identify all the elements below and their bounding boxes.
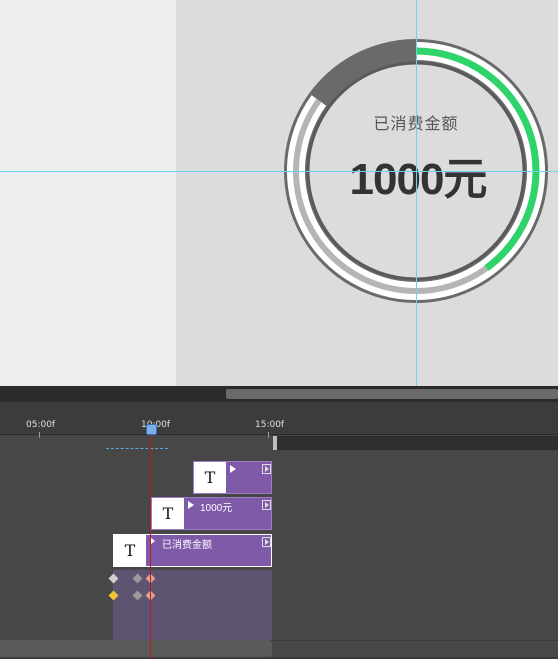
ruler-label-15s: 15:00f: [255, 420, 285, 430]
ruler-tick: [268, 432, 269, 438]
work-area-bar[interactable]: [276, 436, 558, 450]
document-canvas[interactable]: 已消费金额 1000元: [0, 0, 558, 386]
playhead-handle[interactable]: [146, 424, 157, 435]
timeline-scrollbar[interactable]: [0, 640, 272, 657]
clip-options-icon[interactable]: [262, 537, 271, 547]
property-row: [0, 587, 558, 605]
text-layer-thumbnail: T: [194, 462, 226, 493]
time-ruler[interactable]: [0, 402, 558, 435]
track-row: [0, 533, 558, 571]
ruler-tick: [39, 432, 40, 438]
text-layer-thumbnail: T: [152, 498, 184, 529]
expand-arrow-icon[interactable]: [230, 465, 236, 473]
text-layer-thumbnail: T: [114, 535, 146, 566]
clip-options-icon[interactable]: [262, 464, 271, 474]
scrollbar-thumb[interactable]: [226, 389, 558, 399]
property-row: [0, 604, 558, 622]
expand-arrow-icon[interactable]: [188, 501, 194, 509]
track-row: [0, 459, 558, 497]
ruler-label-5s: 05:00f: [26, 420, 56, 430]
horizontal-guide[interactable]: [0, 171, 558, 172]
track-row: [0, 496, 558, 534]
clip-options-icon[interactable]: [262, 500, 271, 510]
onion-skin-marker: [106, 448, 168, 449]
work-area-end-handle[interactable]: [273, 436, 277, 450]
ring-value: 1000元: [349, 155, 488, 204]
property-row: [0, 621, 558, 641]
clip-label: 1000元: [200, 503, 233, 514]
clip-label: 已消费金额: [162, 540, 212, 551]
vertical-guide[interactable]: [416, 0, 417, 386]
playhead-line[interactable]: [150, 430, 151, 659]
property-row: [0, 570, 558, 588]
